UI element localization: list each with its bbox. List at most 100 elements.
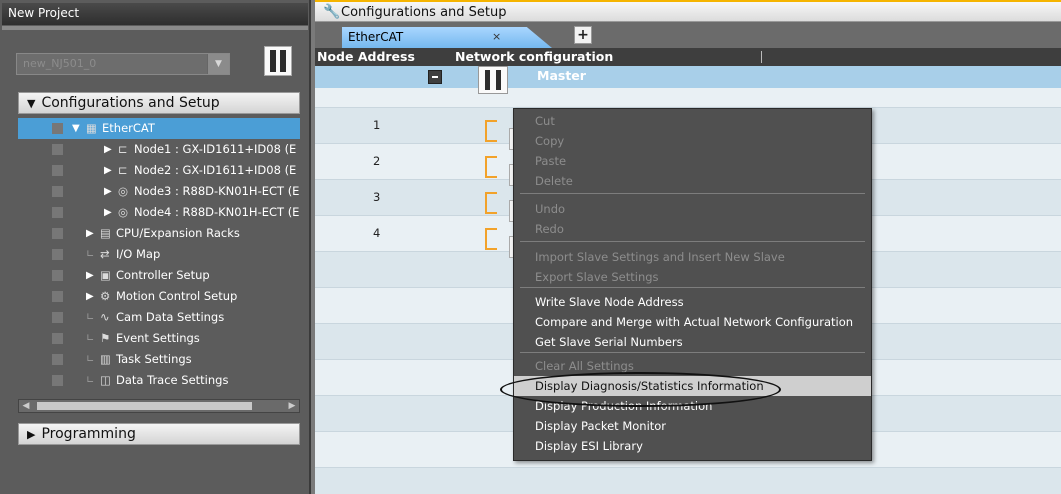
tree-item-label: Task Settings — [116, 352, 192, 366]
chevron-down-icon[interactable]: ▼ — [207, 54, 229, 74]
connector-line — [485, 192, 497, 214]
expand-triangle-icon[interactable]: ▶ — [104, 202, 112, 223]
tree-item-label: Cam Data Settings — [116, 310, 225, 324]
expand-triangle-icon[interactable]: ▶ — [104, 181, 112, 202]
tree-item[interactable]: ▶ ⚙ Motion Control Setup — [18, 286, 300, 307]
section-label: Programming — [41, 426, 136, 442]
menu-item-display-packet-monitor[interactable]: Display Packet Monitor — [514, 416, 871, 436]
tree-item[interactable]: ▶ ⊏ Node1 : GX-ID1611+ID08 (E — [18, 139, 300, 160]
tree-item[interactable]: ▶ ▣ Controller Setup — [18, 265, 300, 286]
menu-item-write-slave-node-address[interactable]: Write Slave Node Address — [514, 292, 871, 312]
wrench-icon: 🔧 — [323, 4, 341, 20]
expand-triangle-icon[interactable]: ▶ — [104, 139, 112, 160]
scroll-left-icon[interactable]: ◀ — [19, 400, 33, 412]
expand-triangle-icon[interactable]: ▶ — [86, 223, 94, 244]
menu-item-export-slave-settings[interactable]: Export Slave Settings — [514, 267, 871, 287]
tab-ethercat[interactable]: EtherCAT × — [342, 27, 552, 48]
tree-checkbox — [52, 375, 63, 386]
highlight-ellipse — [500, 372, 781, 407]
flag-icon: ⚑ — [100, 331, 111, 345]
section-programming[interactable]: ▶ Programming — [18, 423, 300, 445]
tree-item-label: Node2 : GX-ID1611+ID08 (E — [134, 163, 297, 177]
tree-branch-icon: ∟ — [86, 333, 95, 344]
task-icon: ▥ — [100, 352, 111, 366]
menu-item-display-esi-library[interactable]: Display ESI Library — [514, 436, 871, 456]
tree-item[interactable]: ∟ ▥ Task Settings — [18, 349, 300, 370]
expand-triangle-icon: ▼ — [27, 97, 36, 110]
menu-separator — [520, 241, 865, 242]
menu-item-redo[interactable]: Redo — [514, 219, 871, 239]
tree-item[interactable]: ▶ ▤ CPU/Expansion Racks — [18, 223, 300, 244]
collapsed-triangle-icon: ▶ — [27, 428, 36, 441]
menu-item-paste[interactable]: Paste — [514, 151, 871, 171]
tree-item-label: Controller Setup — [116, 268, 210, 282]
connector-line — [485, 120, 497, 142]
connector-line — [485, 228, 497, 250]
tree-checkbox — [52, 165, 63, 176]
master-row[interactable]: Master — [315, 66, 1061, 94]
editor-title-bar: 🔧 Configurations and Setup — [315, 0, 1061, 22]
servo-icon: ◎ — [118, 205, 129, 219]
tree-item[interactable]: ∟ ⚑ Event Settings — [18, 328, 300, 349]
menu-item-get-slave-serial-numbers[interactable]: Get Slave Serial Numbers — [514, 332, 871, 352]
io-module-icon: ⊏ — [118, 142, 128, 156]
tree-item-label: Node4 : R88D-KN01H-ECT (E — [134, 205, 300, 219]
config-tree: ▼ ▦ EtherCAT ▶ ⊏ Node1 : GX-ID1611+ID08 (E ▶ ⊏ N… — [18, 118, 300, 398]
menu-item-import-slave-settings-and-insert-new-slave[interactable]: Import Slave Settings and Insert New Sla… — [514, 247, 871, 267]
tree-item[interactable]: ∟ ◫ Data Trace Settings — [18, 370, 300, 391]
collapse-icon[interactable] — [428, 70, 442, 84]
expand-triangle-icon[interactable]: ▶ — [86, 286, 94, 307]
master-label: Master — [537, 68, 586, 83]
servo-icon: ◎ — [118, 184, 129, 198]
col-node-address[interactable]: Node Address — [317, 48, 415, 66]
tree-item[interactable]: ∟ ∿ Cam Data Settings — [18, 307, 300, 328]
tree-item[interactable]: ∟ ⇄ I/O Map — [18, 244, 300, 265]
tree-item[interactable]: ▶ ◎ Node4 : R88D-KN01H-ECT (E — [18, 202, 300, 223]
menu-item-cut[interactable]: Cut — [514, 111, 871, 131]
multiview-explorer: New Project new_NJ501_0 ▼ ▼ Configuration… — [0, 0, 311, 494]
scroll-thumb[interactable] — [37, 402, 252, 410]
menu-item-undo[interactable]: Undo — [514, 199, 871, 219]
scroll-right-icon[interactable]: ▶ — [285, 400, 299, 412]
controller-setup-icon: ▣ — [100, 268, 111, 282]
master-device-icon[interactable] — [478, 66, 508, 94]
menu-item-delete[interactable]: Delete — [514, 171, 871, 191]
device-select[interactable]: new_NJ501_0 ▼ — [16, 53, 230, 75]
section-configurations-setup[interactable]: ▼ Configurations and Setup — [18, 92, 300, 114]
cam-icon: ∿ — [100, 310, 110, 324]
tree-checkbox — [52, 291, 63, 302]
tree-item-label: I/O Map — [116, 247, 161, 261]
node-address: 3 — [373, 190, 381, 204]
horizontal-scrollbar[interactable]: ◀ ▶ — [18, 399, 300, 413]
title-divider — [2, 26, 308, 30]
editor-title: Configurations and Setup — [341, 5, 507, 20]
connector-line — [485, 156, 497, 178]
menu-separator — [520, 287, 865, 288]
col-network-configuration[interactable]: Network configuration — [455, 48, 613, 66]
io-map-icon: ⇄ — [100, 247, 110, 261]
tree-item[interactable]: ▶ ⊏ Node2 : GX-ID1611+ID08 (E — [18, 160, 300, 181]
context-menu: Cut Copy Paste Delete Undo Redo Import Slave S… — [513, 108, 872, 461]
menu-item-compare-and-merge-with-actual-network-configuration[interactable]: Compare and Merge with Actual Network Co… — [514, 312, 871, 332]
tree-checkbox — [52, 354, 63, 365]
node-address: 4 — [373, 226, 381, 240]
grid-row — [315, 468, 1061, 494]
tree-checkbox — [52, 249, 63, 260]
tree-item[interactable]: ▼ ▦ EtherCAT — [18, 118, 300, 139]
expand-triangle-icon[interactable]: ▶ — [86, 265, 94, 286]
add-tab-button[interactable]: + — [574, 26, 592, 44]
node-address: 1 — [373, 118, 381, 132]
expand-triangle-icon[interactable]: ▶ — [104, 160, 112, 181]
expand-triangle-icon[interactable]: ▼ — [72, 118, 80, 139]
tree-checkbox — [52, 270, 63, 281]
menu-item-copy[interactable]: Copy — [514, 131, 871, 151]
tree-item-label: Motion Control Setup — [116, 289, 238, 303]
column-header: Node Address Network configuration — [315, 48, 1061, 66]
close-icon[interactable]: × — [492, 30, 501, 43]
tree-item-label: CPU/Expansion Racks — [116, 226, 240, 240]
trace-icon: ◫ — [100, 373, 111, 387]
rack-icon: ▤ — [100, 226, 111, 240]
column-divider[interactable] — [761, 51, 762, 63]
tree-branch-icon: ∟ — [86, 375, 95, 386]
tree-item[interactable]: ▶ ◎ Node3 : R88D-KN01H-ECT (E — [18, 181, 300, 202]
